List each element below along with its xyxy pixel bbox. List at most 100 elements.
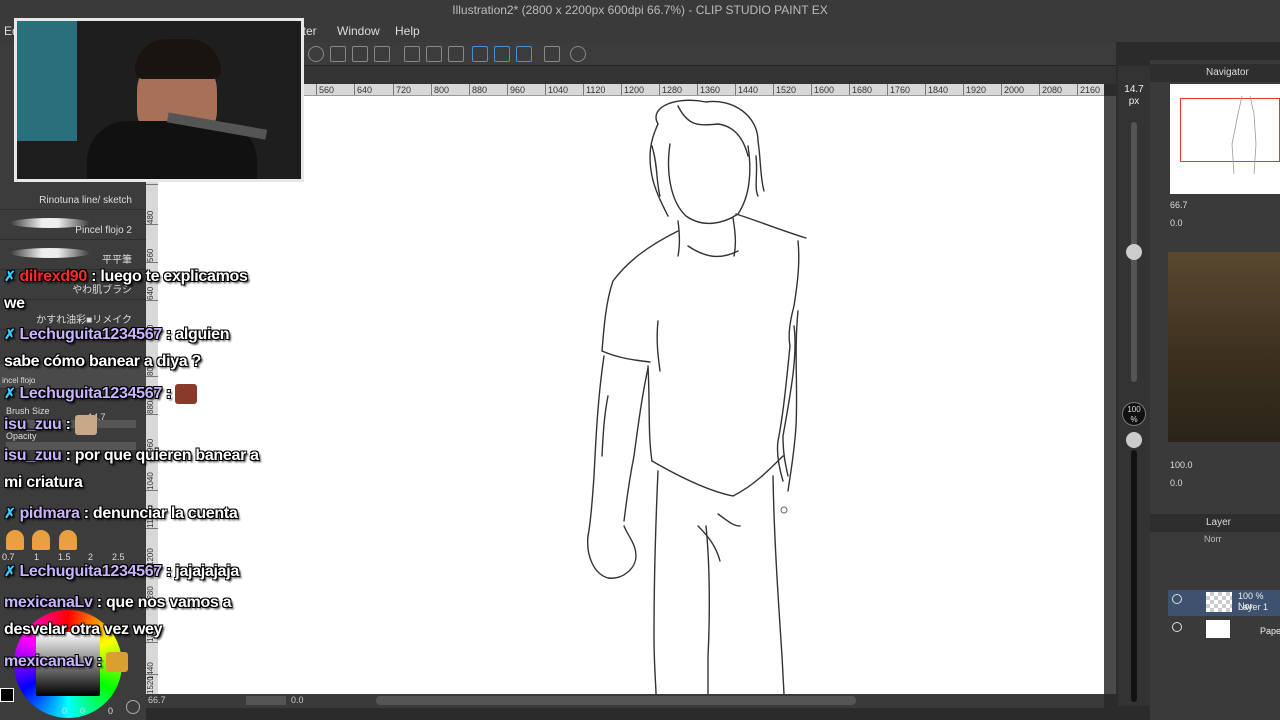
chat-text: : [65,416,71,434]
chat-message: ✗ Lechuguita1234567 : alguien [4,326,230,344]
eye-icon[interactable] [1172,594,1182,604]
canvas-status-bar: 66.7 0.0 [146,694,1104,708]
fill-icon[interactable] [448,46,464,62]
zoom-slider[interactable] [246,696,286,705]
navigator-angle[interactable]: 0.0 [1170,218,1183,228]
transform-icon[interactable] [330,46,346,62]
navigator-title: Navigator [1206,67,1249,78]
ruler-tick: 1520 [773,84,796,95]
hamster-emote [74,415,97,435]
face-emote [175,384,198,404]
ruler-tick: 560 [146,224,158,262]
deselect-icon[interactable] [404,46,420,62]
color-value-g[interactable]: 0 [80,706,85,716]
brush-label: Rinotuna line/ sketch [39,195,132,206]
chat-message-cont: desvelar otra vez wey [4,621,163,638]
eye-icon[interactable] [1172,622,1182,632]
size-preset[interactable]: 2.5 [112,552,125,562]
ruler-line-icon[interactable] [472,46,488,62]
person-emote [6,530,24,550]
chat-message-cont: we [4,295,25,312]
settings-icon[interactable] [308,46,324,62]
opacity-slider-thumb[interactable] [1126,432,1142,448]
chat-message: isu_zuu : por que quieren banear a [4,447,259,465]
zoom-value[interactable]: 66.7 [148,695,166,705]
opacity-readout: 100 % [1122,402,1146,426]
document-icon[interactable] [544,46,560,62]
help-icon[interactable] [570,46,586,62]
chat-text: : alguien [166,326,230,343]
chat-username: Lechuguita1234567 [19,326,162,343]
chat-message: isu_zuu : [4,415,97,435]
opacity-value: 100 [1127,405,1141,414]
size-preset[interactable]: 2 [88,552,93,562]
layer-title: Layer [1206,517,1232,528]
navigator-header: Navigator [1150,64,1280,82]
canvas-horizontal-scrollbar[interactable] [376,696,856,705]
ruler-tick: 1840 [925,84,948,95]
opacity-slider-track[interactable] [1131,450,1137,702]
ruler-tick: 800 [431,84,449,95]
ruler-tick: 1440 [735,84,758,95]
layer-header: Layer [1150,514,1280,532]
drawing-canvas[interactable] [158,96,1104,694]
move-icon[interactable] [352,46,368,62]
ruler-perspective-icon[interactable] [516,46,532,62]
color-value-r[interactable]: 0 [62,706,67,716]
ruler-tick: 720 [393,84,411,95]
badge-icon: ✗ [4,563,16,579]
size-unit: px [1128,96,1140,107]
blend-mode-select[interactable]: Norr [1204,534,1222,544]
chat-username: pidmara [19,505,80,522]
size-slider-thumb[interactable] [1126,244,1142,260]
subview-zoom[interactable]: 100.0 [1170,460,1193,470]
size-readout: 14.7 [1124,84,1144,95]
navigator-preview[interactable] [1170,84,1280,194]
chat-message: mexicanaLv : [4,652,128,672]
angle-value[interactable]: 0.0 [291,695,304,705]
brush-item[interactable]: 平平筆 [0,240,146,270]
chat-text: : que nos vamos a [96,594,232,611]
chat-username: Lechuguita1234567 [19,385,162,403]
brush-item[interactable]: Rinotuna line/ sketch [0,180,146,210]
navigator-zoom[interactable]: 66.7 [1170,200,1188,210]
settings-icon[interactable] [126,700,140,714]
chat-text: : [96,653,102,671]
chat-message-cont: sabe cómo banear a diya ? [4,353,202,370]
size-preset[interactable]: 1 [34,552,39,562]
color-value-b[interactable]: 0 [108,706,113,716]
layer-row[interactable]: Pape [1168,618,1280,644]
ruler-horizontal: 560 640 720 800 880 960 1040 1120 1200 1… [300,84,1104,96]
sub-view-image[interactable] [1168,252,1280,442]
size-preset[interactable]: 1.5 [58,552,71,562]
chat-text: : por que quieren banear a [65,447,259,464]
size-preset[interactable]: 0.7 [2,552,15,562]
chat-username: isu_zuu [4,447,62,464]
ruler-tick: 1760 [887,84,910,95]
invert-icon[interactable] [426,46,442,62]
ruler-tick: 1600 [811,84,834,95]
webcam-overlay [14,18,304,182]
crop-icon[interactable] [374,46,390,62]
figure-sketch [587,99,807,694]
brush-item[interactable]: Pincel flojo 2 [0,210,146,240]
paper-thumbnail [1206,620,1230,638]
menu-help[interactable]: Help [395,24,420,38]
subview-angle[interactable]: 0.0 [1170,478,1183,488]
chat-message: ✗ pidmara : denunciar la cuenta [4,505,238,523]
layer-row-selected[interactable]: 100 % Nor Layer 1 [1168,590,1280,616]
ruler-tick: 1360 [697,84,720,95]
ruler-tick: 1920 [963,84,986,95]
people-emotes [6,530,77,550]
canvas-vertical-scrollbar[interactable] [1104,96,1116,694]
main-color-swatch[interactable] [0,688,14,702]
chat-text: : jajajajaja [166,563,240,580]
ruler-tick: 480 [146,184,158,224]
badge-icon: ✗ [4,268,16,284]
command-bar [300,42,1116,66]
menu-window[interactable]: Window [337,24,380,38]
ruler-curve-icon[interactable] [494,46,510,62]
right-dock: Navigator 66.7 0.0 100.0 0.0 Layer Norr … [1150,60,1280,720]
chat-message: mexicanaLv : que nos vamos a [4,594,232,612]
ruler-tick: 960 [507,84,525,95]
